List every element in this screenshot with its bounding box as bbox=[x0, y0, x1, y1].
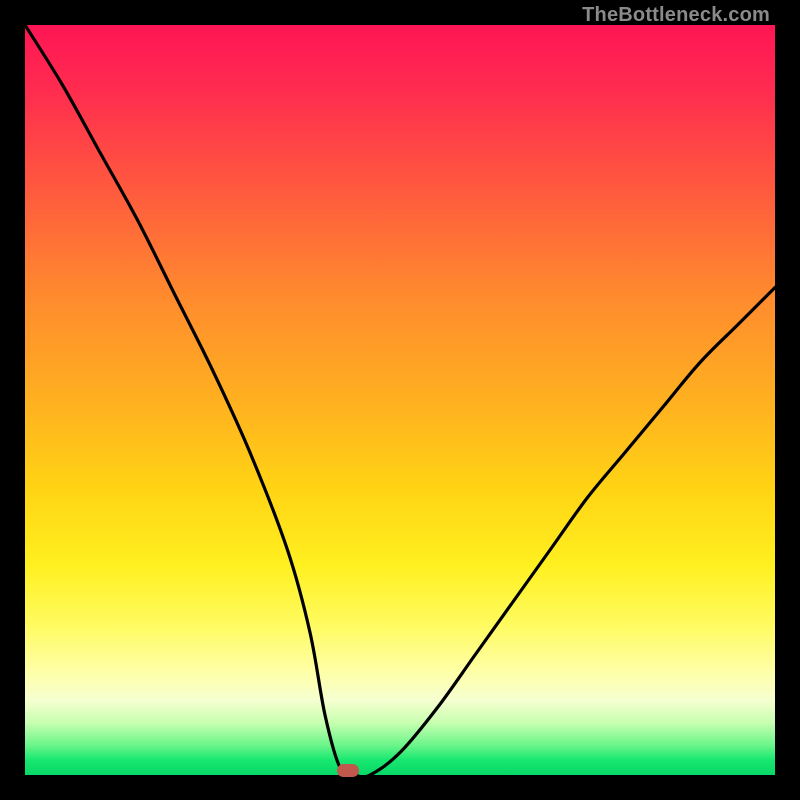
chart-frame: TheBottleneck.com bbox=[0, 0, 800, 800]
bottleneck-curve bbox=[25, 25, 775, 775]
optimal-marker bbox=[337, 764, 359, 777]
curve-path bbox=[25, 25, 775, 775]
watermark-text: TheBottleneck.com bbox=[582, 4, 770, 27]
plot-area bbox=[25, 25, 775, 775]
